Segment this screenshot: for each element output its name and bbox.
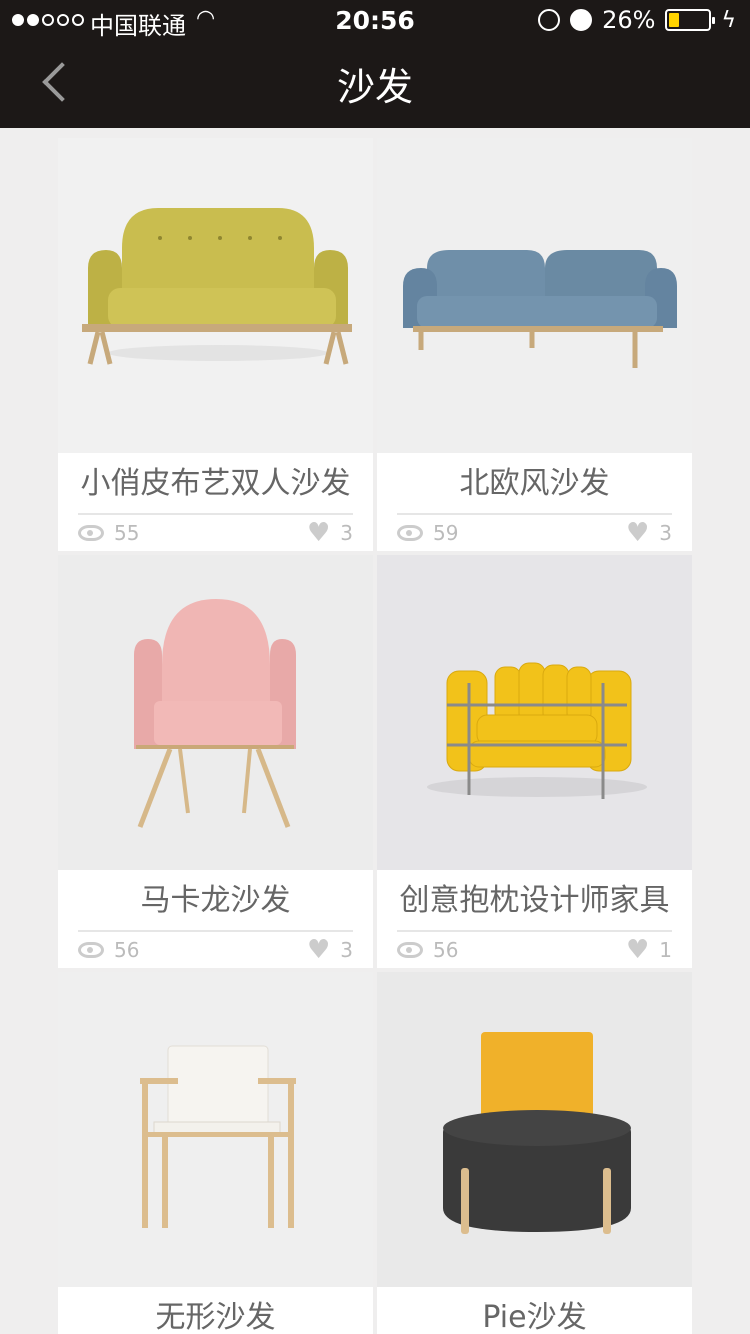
view-count: 56	[433, 938, 459, 962]
like-count: 3	[340, 521, 353, 545]
product-grid: 小俏皮布艺双人沙发 55 ♥ 3 北欧风沙发 59 ♥ 3 马卡龙沙发 56 ♥…	[58, 138, 692, 1334]
battery-icon	[665, 9, 716, 31]
eye-icon	[78, 942, 104, 958]
product-card[interactable]: 无形沙发	[58, 972, 373, 1334]
product-image-wooden-chair	[58, 972, 373, 1287]
product-title: 无形沙发	[155, 1300, 276, 1334]
product-image-pillow-chair	[377, 555, 692, 870]
like-button[interactable]: ♥ 3	[307, 937, 353, 963]
like-button[interactable]: ♥ 3	[626, 520, 672, 546]
heart-icon: ♥	[306, 518, 331, 548]
charging-icon: ϟ	[721, 7, 736, 33]
page-title: 沙发	[336, 65, 413, 109]
heart-icon: ♥	[625, 935, 650, 965]
product-card[interactable]: 创意抱枕设计师家具 56 ♥ 1	[377, 555, 692, 968]
product-image-pink-chair	[58, 555, 373, 870]
like-button[interactable]: ♥ 3	[307, 520, 353, 546]
like-count: 3	[340, 938, 353, 962]
alarm-icon	[570, 9, 593, 31]
product-title: Pie沙发	[482, 1300, 587, 1334]
product-title: 北欧风沙发	[459, 466, 610, 501]
product-card[interactable]: Pie沙发	[377, 972, 692, 1334]
status-bar: 中国联通 ◠ 20:56 26% ϟ	[0, 0, 750, 40]
eye-icon	[397, 525, 423, 541]
product-image-pie-chair	[377, 972, 692, 1287]
rotation-lock-icon	[538, 9, 561, 31]
header: 中国联通 ◠ 20:56 26% ϟ 沙发	[0, 0, 750, 128]
heart-icon: ♥	[306, 935, 331, 965]
product-card[interactable]: 小俏皮布艺双人沙发 55 ♥ 3	[58, 138, 373, 551]
product-image-blue-sofa	[377, 138, 692, 453]
view-count: 59	[433, 521, 459, 545]
heart-icon: ♥	[625, 518, 650, 548]
product-card[interactable]: 马卡龙沙发 56 ♥ 3	[58, 555, 373, 968]
eye-icon	[78, 525, 104, 541]
product-card[interactable]: 北欧风沙发 59 ♥ 3	[377, 138, 692, 551]
product-title: 小俏皮布艺双人沙发	[80, 466, 351, 501]
like-count: 1	[659, 938, 672, 962]
eye-icon	[397, 942, 423, 958]
product-title: 马卡龙沙发	[140, 883, 291, 918]
product-image-yellow-sofa	[58, 138, 373, 453]
view-count: 56	[114, 938, 140, 962]
product-title: 创意抱枕设计师家具	[399, 883, 670, 918]
like-count: 3	[659, 521, 672, 545]
like-button[interactable]: ♥ 1	[626, 937, 672, 963]
battery-percent: 26%	[602, 6, 656, 34]
view-count: 55	[114, 521, 140, 545]
